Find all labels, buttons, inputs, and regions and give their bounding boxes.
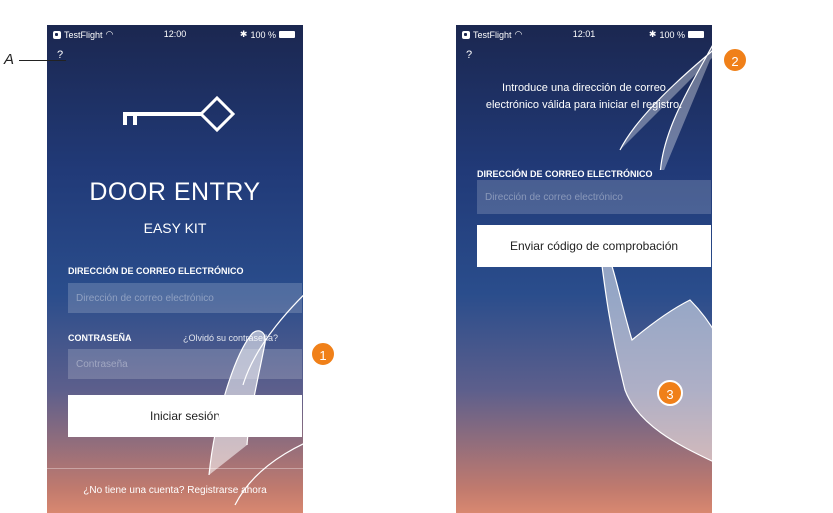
battery-percent: 100 % (659, 29, 685, 40)
key-icon (123, 95, 235, 133)
app-subtitle: EASY KIT (143, 220, 207, 236)
help-button[interactable]: ? (466, 49, 472, 61)
app-title: DOOR ENTRY (89, 178, 261, 206)
status-bar: TestFlight ◠ 12:01 ✱ 100 % (456, 25, 712, 43)
forgot-password-link[interactable]: ¿Olvidó su contraseña? (183, 333, 278, 343)
email-label: DIRECCIÓN DE CORREO ELECTRÓNICO (477, 169, 653, 179)
bluetooth-icon: ✱ (239, 29, 248, 39)
email-input[interactable] (68, 283, 302, 313)
status-bar: TestFlight ◠ 12:00 ✱ 100 % (47, 25, 303, 43)
battery-percent: 100 % (250, 29, 276, 40)
register-link[interactable]: ¿No tiene una cuenta? Registrarse ahora (47, 468, 303, 513)
login-button[interactable]: Iniciar sesión (68, 395, 302, 437)
battery-icon (688, 31, 704, 38)
right-phone-screen: TestFlight ◠ 12:01 ✱ 100 % ? Introduce u… (456, 25, 712, 513)
password-label: CONTRASEÑA (68, 333, 132, 343)
callout-3: 3 (657, 380, 683, 406)
email-input[interactable] (477, 180, 711, 214)
battery-icon (279, 31, 295, 38)
email-label: DIRECCIÓN DE CORREO ELECTRÓNICO (68, 266, 244, 276)
annotation-a-label: A (4, 51, 15, 68)
callout-2: 2 (722, 47, 748, 73)
callout-1: 1 (310, 341, 336, 367)
registration-instructions: Introduce una dirección de correo electr… (485, 82, 683, 111)
send-code-button[interactable]: Enviar código de comprobación (477, 225, 711, 267)
bluetooth-icon: ✱ (648, 29, 657, 39)
annotation-a-line (19, 60, 66, 61)
left-phone-screen: TestFlight ◠ 12:00 ✱ 100 % ? DOOR ENTRY … (47, 25, 303, 513)
password-input[interactable] (68, 349, 302, 379)
